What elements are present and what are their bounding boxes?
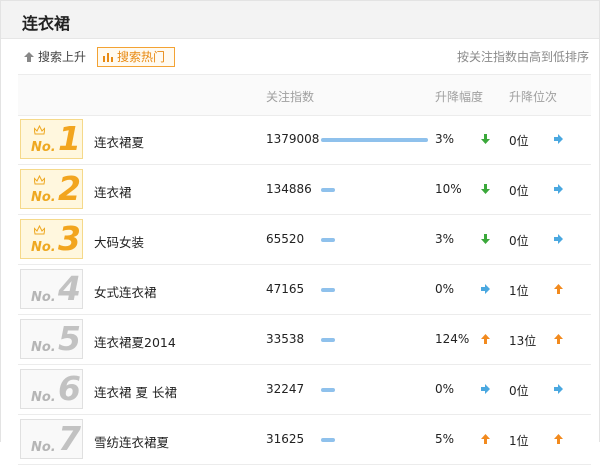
hot-search-panel: 连衣裙 搜索上升 搜索热门 按关注指数由高到低排序 关注指数 升降幅度 升降位次… — [0, 0, 600, 465]
column-header: 关注指数 升降幅度 升降位次 — [18, 74, 591, 116]
rank-badge: No. 1 — [20, 119, 83, 159]
rank-number: 6 — [58, 369, 81, 408]
arrow-up-icon — [554, 434, 563, 444]
column-rank-change: 升降位次 — [509, 90, 558, 104]
keyword-link[interactable]: 连衣裙 夏 长裙 — [94, 382, 177, 401]
index-bar — [321, 288, 335, 292]
keyword-link[interactable]: 大码女装 — [94, 232, 144, 251]
change-percent: 124% — [435, 332, 470, 346]
arrow-right-icon — [554, 184, 563, 194]
list-item[interactable]: No. 3 大码女装 65520 3% 0位 — [18, 215, 591, 265]
index-value: 1379008 — [266, 132, 320, 146]
rank-change: 0位 — [509, 384, 529, 398]
keyword-link[interactable]: 连衣裙 — [94, 182, 132, 201]
index-value: 33538 — [266, 332, 305, 346]
arrow-down-icon — [481, 234, 490, 244]
change-percent: 3% — [435, 132, 455, 146]
keyword-link[interactable]: 连衣裙夏2014 — [94, 332, 176, 351]
change-percent: 10% — [435, 182, 462, 196]
rank-number: 4 — [58, 269, 81, 308]
change-percent: 3% — [435, 232, 455, 246]
arrow-right-icon — [554, 234, 563, 244]
rank-number: 1 — [58, 119, 81, 158]
arrow-down-icon — [481, 184, 490, 194]
arrow-right-icon — [554, 384, 563, 394]
rank-prefix: No. — [31, 290, 56, 305]
list-item[interactable]: No. 6 连衣裙 夏 长裙 32247 0% 0位 — [18, 365, 591, 415]
rank-number: 2 — [58, 169, 81, 208]
rank-change: 0位 — [509, 184, 529, 198]
rank-number: 5 — [58, 319, 81, 358]
index-bar — [321, 138, 428, 142]
arrow-right-icon — [554, 134, 563, 144]
index-bar — [321, 188, 335, 192]
crown-icon — [34, 225, 45, 235]
arrow-right-icon — [481, 384, 490, 394]
tab-search-hot[interactable]: 搜索热门 — [97, 47, 175, 67]
keyword-link[interactable]: 连衣裙夏 — [94, 132, 144, 151]
tab-label: 搜索热门 — [117, 50, 166, 64]
index-bar — [321, 388, 335, 392]
index-value: 32247 — [266, 382, 305, 396]
rank-badge: No. 5 — [20, 319, 83, 359]
tab-search-rise[interactable]: 搜索上升 — [21, 48, 93, 66]
list-item[interactable]: No. 2 连衣裙 134886 10% 0位 — [18, 165, 591, 215]
keyword-link[interactable]: 雪纺连衣裙夏 — [94, 432, 169, 451]
rank-prefix: No. — [31, 340, 56, 355]
index-bar — [321, 338, 335, 342]
index-value: 134886 — [266, 182, 312, 196]
list-item[interactable]: No. 5 连衣裙夏2014 33538 124% 13位 — [18, 315, 591, 365]
keyword-link[interactable]: 女式连衣裙 — [94, 282, 157, 301]
index-value: 65520 — [266, 232, 305, 246]
rank-badge: No. 2 — [20, 169, 83, 209]
rank-prefix: No. — [31, 190, 56, 205]
rank-prefix: No. — [31, 440, 56, 455]
column-change: 升降幅度 — [435, 90, 484, 104]
bar-chart-icon — [103, 53, 113, 62]
rank-badge: No. 4 — [20, 269, 83, 309]
index-value: 31625 — [266, 432, 305, 446]
tab-label: 搜索上升 — [38, 50, 87, 64]
arrow-up-icon — [554, 284, 563, 294]
rank-prefix: No. — [31, 140, 56, 155]
arrow-up-icon — [24, 52, 34, 62]
index-value: 47165 — [266, 282, 305, 296]
rank-prefix: No. — [31, 390, 56, 405]
rank-change: 0位 — [509, 134, 529, 148]
rank-badge: No. 6 — [20, 369, 83, 409]
change-percent: 5% — [435, 432, 455, 446]
rank-badge: No. 3 — [20, 219, 83, 259]
arrow-up-icon — [481, 434, 490, 444]
change-percent: 0% — [435, 282, 455, 296]
rank-change: 0位 — [509, 234, 529, 248]
panel-header: 连衣裙 — [1, 1, 599, 39]
list-item[interactable]: No. 4 女式连衣裙 47165 0% 1位 — [18, 265, 591, 315]
crown-icon — [34, 175, 45, 185]
panel-title: 连衣裙 — [22, 14, 71, 33]
arrow-down-icon — [481, 134, 490, 144]
rank-change: 1位 — [509, 284, 529, 298]
rank-prefix: No. — [31, 240, 56, 255]
rank-number: 7 — [58, 419, 81, 458]
change-percent: 0% — [435, 382, 455, 396]
arrow-right-icon — [481, 284, 490, 294]
list-item[interactable]: No. 7 雪纺连衣裙夏 31625 5% 1位 — [18, 415, 591, 465]
arrow-up-icon — [554, 334, 563, 344]
index-bar — [321, 438, 335, 442]
column-index: 关注指数 — [266, 90, 315, 104]
rank-number: 3 — [58, 219, 81, 258]
index-bar — [321, 238, 335, 242]
sort-note: 按关注指数由高到低排序 — [456, 50, 589, 64]
rank-badge: No. 7 — [20, 419, 83, 459]
list-item[interactable]: No. 1 连衣裙夏 1379008 3% 0位 — [18, 115, 591, 165]
crown-icon — [34, 125, 45, 135]
rank-change: 13位 — [509, 334, 537, 348]
arrow-up-icon — [481, 334, 490, 344]
